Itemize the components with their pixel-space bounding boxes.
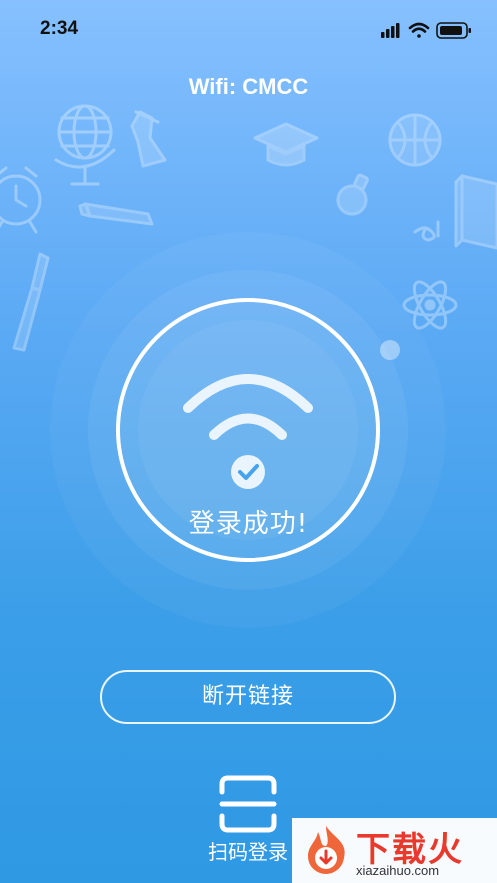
wifi-name-title: Wifi: CMCC — [188, 74, 309, 99]
watermark-badge: 下载火 xiazaihuo.com — [292, 818, 497, 883]
disconnect-button[interactable]: 断开链接 — [100, 670, 396, 724]
status-bar: 2:34 — [0, 0, 497, 60]
alarm-clock-icon — [0, 166, 42, 234]
lightbulb-icon — [336, 173, 369, 216]
wifi-icon — [408, 22, 430, 38]
status-time: 2:34 — [40, 18, 79, 39]
graduation-cap-icon — [253, 122, 319, 167]
globe-icon — [54, 104, 116, 186]
orbit-dot — [380, 340, 400, 360]
scan-login-label: 扫码登录 — [208, 840, 288, 864]
status-icons — [381, 22, 471, 39]
flask-icon — [130, 110, 167, 168]
scan-frame-icon — [219, 775, 277, 833]
scan-login-button[interactable]: 扫码登录 — [198, 770, 298, 870]
battery-icon — [436, 22, 471, 39]
login-success-text: 登录成功! — [188, 509, 309, 539]
watermark-site: xiazaihuo.com — [356, 863, 440, 878]
app-screen: 2:34 Wifi: CMCC 登录成功! 断开链接 扫码登录 下载火 xiaz… — [0, 0, 497, 883]
basketball-icon — [388, 113, 442, 167]
signal-icon — [381, 23, 400, 38]
pencil-icon — [78, 202, 154, 226]
flame-logo-icon — [308, 826, 345, 874]
check-badge — [231, 455, 265, 489]
wifi-status-rings — [50, 232, 446, 628]
